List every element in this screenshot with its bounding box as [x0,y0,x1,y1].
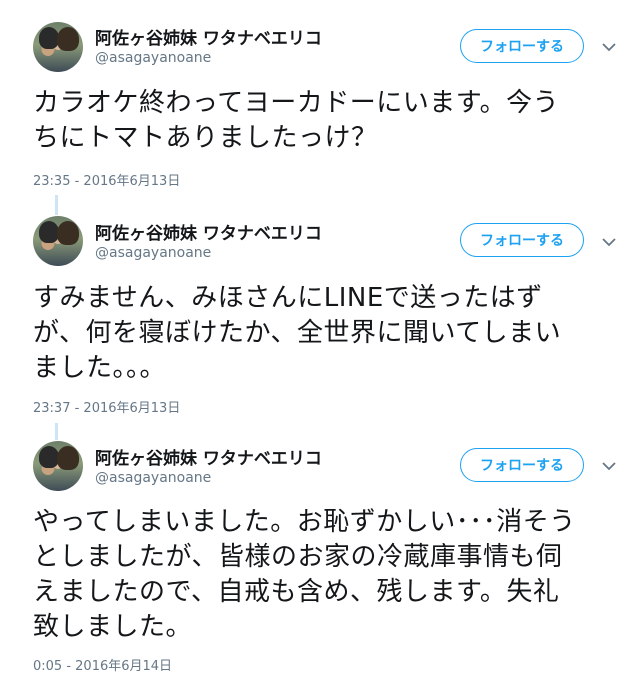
tweet-timestamp[interactable]: 23:35 - 2016年6月13日 [33,170,180,189]
chevron-down-icon[interactable] [601,41,617,53]
thread-connector [55,195,58,215]
tweet-timestamp[interactable]: 0:05 - 2016年6月14日 [33,655,172,674]
follow-button[interactable]: フォローする [460,223,584,257]
author-handle[interactable]: @asagayanoane [95,245,211,261]
tweet-text-line: すみません、みほさんにLINEで送ったはず [33,283,543,313]
tweet-text-line: 致しました。 [33,612,193,642]
tweet-text: カラオケ終わってヨーカドーにいます。今う ちにトマトありましたっけ？ [33,86,623,156]
author-handle[interactable]: @asagayanoane [95,470,211,486]
author-name[interactable]: 阿佐ヶ谷姉妹 ワタナベエリコ [95,444,322,469]
tweet-text-line: ました。。。 [33,353,167,383]
follow-button[interactable]: フォローする [460,448,584,482]
follow-button[interactable]: フォローする [460,29,584,63]
thread-connector [55,423,58,440]
avatar[interactable] [33,441,83,491]
chevron-down-icon[interactable] [601,236,617,248]
tweet-text-line: が、何を寝ぼけたか、全世界に聞いてしまい [33,318,562,348]
avatar[interactable] [33,22,83,72]
author-name[interactable]: 阿佐ヶ谷姉妹 ワタナベエリコ [95,24,322,49]
tweet-text: やってしまいました。お恥ずかしい･･･消そう としましたが、皆様のお家の冷蔵庫事… [33,505,623,645]
chevron-down-icon[interactable] [601,460,617,472]
author-name[interactable]: 阿佐ヶ谷姉妹 ワタナベエリコ [95,219,322,244]
tweet-text-line: カラオケ終わってヨーカドーにいます。今う [33,88,560,118]
tweet-text-line: としましたが、皆様のお家の冷蔵庫事情も伺 [33,542,563,572]
avatar[interactable] [33,216,83,266]
tweet-text-line: やってしまいました。お恥ずかしい･･･消そう [33,507,576,537]
tweet-text-line: ちにトマトありましたっけ？ [33,123,378,153]
tweet-timestamp[interactable]: 23:37 - 2016年6月13日 [33,397,180,416]
tweet-text-line: えましたので、自戒も含め、残します。失礼 [33,577,560,607]
tweet-text: すみません、みほさんにLINEで送ったはず が、何を寝ぼけたか、全世界に聞いてし… [33,281,623,386]
author-handle[interactable]: @asagayanoane [95,50,211,66]
